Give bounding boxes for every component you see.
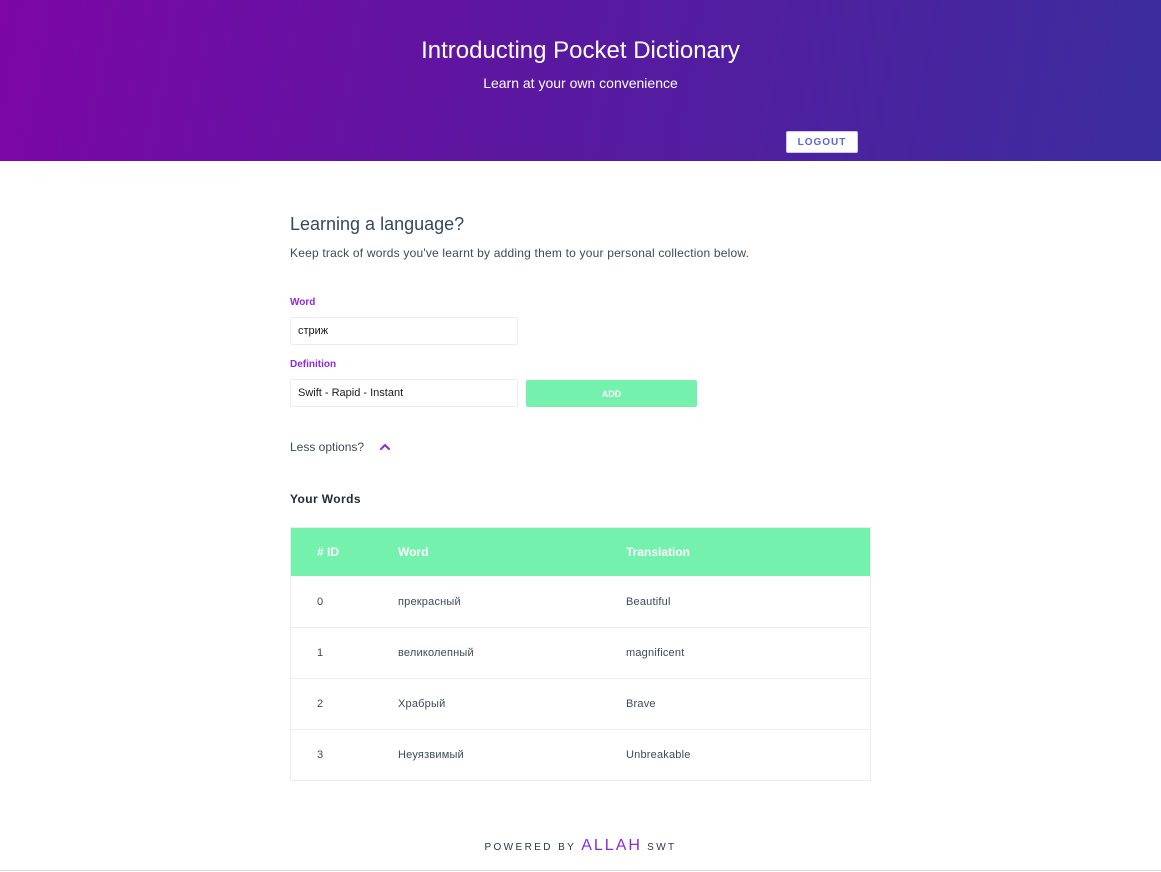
row-word: Храбрый [398, 698, 446, 710]
table-row: 0 прекрасный Beautiful [291, 576, 870, 627]
footer: POWERED BY ALLAH SWT [0, 836, 1161, 858]
row-translation: Beautiful [626, 595, 671, 608]
page-title: Introducting Pocket Dictionary [421, 37, 740, 64]
definition-label: Definition [290, 359, 337, 370]
logout-button[interactable]: LOGOUT [786, 131, 858, 153]
less-options-label: Less options? [290, 440, 365, 454]
row-translation: magnificent [626, 647, 685, 659]
footer-brand: ALLAH [581, 837, 642, 854]
less-options-toggle[interactable]: Less options? [290, 439, 392, 455]
table-row: 3 Неуязвимый Unbreakable [291, 729, 870, 780]
footer-divider [0, 870, 1161, 871]
column-header-word: Word [398, 545, 429, 559]
column-header-translation: Translation [626, 545, 691, 559]
definition-input[interactable] [290, 379, 518, 407]
chevron-up-icon[interactable] [378, 440, 392, 454]
column-header-id: # ID [317, 545, 340, 559]
section-description: Keep track of words you've learnt by add… [290, 246, 750, 260]
hero-banner: Introducting Pocket Dictionary Learn at … [0, 0, 1161, 161]
table-row: 2 Храбрый Brave [291, 678, 870, 729]
section-heading: Learning a language? [290, 214, 465, 234]
row-id: 2 [317, 698, 324, 710]
row-id: 1 [317, 647, 324, 659]
add-button[interactable]: ADD [526, 380, 697, 407]
row-word: прекрасный [398, 595, 461, 608]
table-header: # ID Word Translation [291, 528, 870, 576]
table-row: 1 великолепный magnificent [291, 627, 870, 678]
word-input[interactable] [290, 317, 518, 345]
your-words-heading: Your Words [290, 492, 361, 506]
footer-prefix: POWERED BY [484, 842, 577, 853]
row-id: 0 [317, 595, 324, 608]
words-table: # ID Word Translation 0 прекрасный Beaut… [290, 527, 871, 781]
row-translation: Brave [626, 698, 656, 710]
word-label: Word [290, 297, 316, 308]
row-word: Неуязвимый [398, 749, 464, 761]
row-translation: Unbreakable [626, 749, 691, 761]
footer-suffix: SWT [647, 842, 677, 853]
page-subtitle: Learn at your own convenience [483, 75, 678, 91]
row-word: великолепный [398, 647, 474, 659]
table-body: 0 прекрасный Beautiful 1 великолепный ma… [291, 576, 870, 780]
row-id: 3 [317, 749, 324, 761]
